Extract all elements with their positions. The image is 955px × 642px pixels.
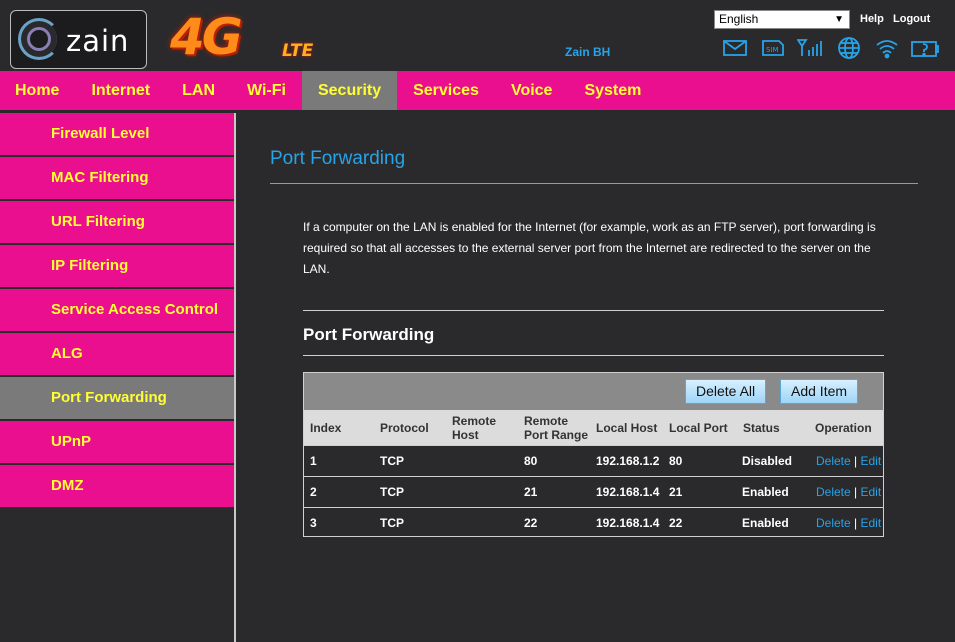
add-item-button[interactable]: Add Item [780, 379, 859, 404]
mail-icon[interactable] [716, 36, 754, 60]
column-header-status: Status [743, 420, 780, 435]
zain-logo[interactable]: zain [10, 10, 147, 69]
language-value: English [719, 12, 759, 26]
operation-separator: | [854, 485, 858, 499]
section-divider-top [303, 310, 884, 311]
sidebar-item-alg[interactable]: ALG [0, 333, 234, 377]
section-title: Port Forwarding [303, 325, 435, 344]
cell-operation: Delete | Edit [816, 508, 881, 538]
battery-icon[interactable] [906, 36, 944, 60]
column-header-remote-host: Remote Host [452, 413, 497, 442]
sidebar-item-ip-filtering[interactable]: IP Filtering [0, 245, 234, 289]
page-description: If a computer on the LAN is enabled for … [303, 220, 876, 276]
svg-text:SIM: SIM [766, 46, 779, 54]
cell-local-port: 21 [669, 485, 683, 499]
help-link[interactable]: Help [860, 13, 884, 25]
cell-index: 1 [310, 454, 317, 468]
cell-index: 2 [310, 485, 317, 499]
zain-swirl-icon [18, 18, 60, 60]
nav-voice[interactable]: Voice [495, 71, 569, 110]
cell-local-host: 192.168.1.2 [596, 454, 660, 468]
column-header-index: Index [310, 420, 342, 435]
delete-all-button[interactable]: Delete All [685, 379, 767, 404]
delete-link[interactable]: Delete [816, 516, 851, 530]
logout-link[interactable]: Logout [893, 13, 930, 25]
cell-operation: Delete | Edit [816, 446, 881, 476]
column-header-local-host: Local Host [596, 420, 658, 435]
cell-index: 3 [310, 516, 317, 530]
title-divider [270, 183, 918, 184]
sidebar-item-url-filtering[interactable]: URL Filtering [0, 201, 234, 245]
sidebar-divider [234, 113, 236, 642]
sidebar: Firewall Level MAC Filtering URL Filteri… [0, 113, 234, 509]
operator-name: Zain BH [565, 45, 611, 59]
cell-remote-port: 21 [524, 485, 538, 499]
port-forwarding-table: Delete All Add Item Index Protocol Remot… [303, 372, 884, 537]
globe-icon[interactable] [830, 36, 868, 60]
cell-protocol: TCP [380, 485, 404, 499]
edit-link[interactable]: Edit [861, 516, 882, 530]
nav-system[interactable]: System [568, 71, 657, 110]
cell-local-port: 80 [669, 454, 683, 468]
edit-link[interactable]: Edit [861, 485, 882, 499]
table-row: 1 TCP 80 192.168.1.2 80 Disabled Delete … [304, 445, 883, 476]
nav-home[interactable]: Home [0, 71, 75, 110]
header: zain 4G LTE Zain BH English ▼ Help Logou… [0, 0, 955, 71]
wifi-icon[interactable] [868, 36, 906, 60]
delete-link[interactable]: Delete [816, 485, 851, 499]
nav-services[interactable]: Services [397, 71, 495, 110]
column-header-operation: Operation [815, 420, 872, 435]
page-title: Port Forwarding [270, 148, 406, 169]
cell-remote-port: 22 [524, 516, 538, 530]
column-header-remote-port-range: Remote Port Range [524, 413, 589, 442]
top-nav: Home Internet LAN Wi-Fi Security Service… [0, 71, 955, 110]
nav-internet[interactable]: Internet [75, 71, 166, 110]
cell-local-host: 192.168.1.4 [596, 516, 660, 530]
column-header-protocol: Protocol [380, 420, 429, 435]
lte-logo-text: LTE [282, 41, 314, 61]
status-icons: SIM [716, 36, 944, 60]
4g-logo-text: 4G [170, 8, 243, 66]
sidebar-item-mac-filtering[interactable]: MAC Filtering [0, 157, 234, 201]
cell-status: Enabled [742, 516, 789, 530]
cell-protocol: TCP [380, 516, 404, 530]
cell-operation: Delete | Edit [816, 477, 881, 507]
cell-remote-port: 80 [524, 454, 538, 468]
cell-status: Disabled [742, 454, 793, 468]
sidebar-item-upnp[interactable]: UPnP [0, 421, 234, 465]
operation-separator: | [854, 454, 858, 468]
chevron-down-icon: ▼ [834, 14, 844, 25]
sim-icon[interactable]: SIM [754, 36, 792, 60]
operation-separator: | [854, 516, 858, 530]
nav-lan[interactable]: LAN [166, 71, 231, 110]
sidebar-item-dmz[interactable]: DMZ [0, 465, 234, 509]
signal-icon[interactable] [792, 36, 830, 60]
cell-local-port: 22 [669, 516, 683, 530]
table-toolbar: Delete All Add Item [304, 373, 883, 410]
cell-local-host: 192.168.1.4 [596, 485, 660, 499]
sidebar-item-service-access-control[interactable]: Service Access Control [0, 289, 234, 333]
nav-security[interactable]: Security [301, 71, 398, 110]
cell-protocol: TCP [380, 454, 404, 468]
brand-name: zain [66, 24, 130, 58]
column-header-local-port: Local Port [669, 420, 728, 435]
table-header: Index Protocol Remote Host Remote Port R… [304, 410, 883, 445]
language-select[interactable]: English ▼ [714, 10, 850, 29]
nav-wifi[interactable]: Wi-Fi [231, 71, 302, 110]
section-divider-bottom [303, 355, 884, 356]
edit-link[interactable]: Edit [861, 454, 882, 468]
cell-status: Enabled [742, 485, 789, 499]
table-row: 2 TCP 21 192.168.1.4 21 Enabled Delete |… [304, 476, 883, 507]
delete-link[interactable]: Delete [816, 454, 851, 468]
table-row: 3 TCP 22 192.168.1.4 22 Enabled Delete |… [304, 507, 883, 538]
sidebar-item-firewall-level[interactable]: Firewall Level [0, 113, 234, 157]
sidebar-item-port-forwarding[interactable]: Port Forwarding [0, 377, 234, 421]
